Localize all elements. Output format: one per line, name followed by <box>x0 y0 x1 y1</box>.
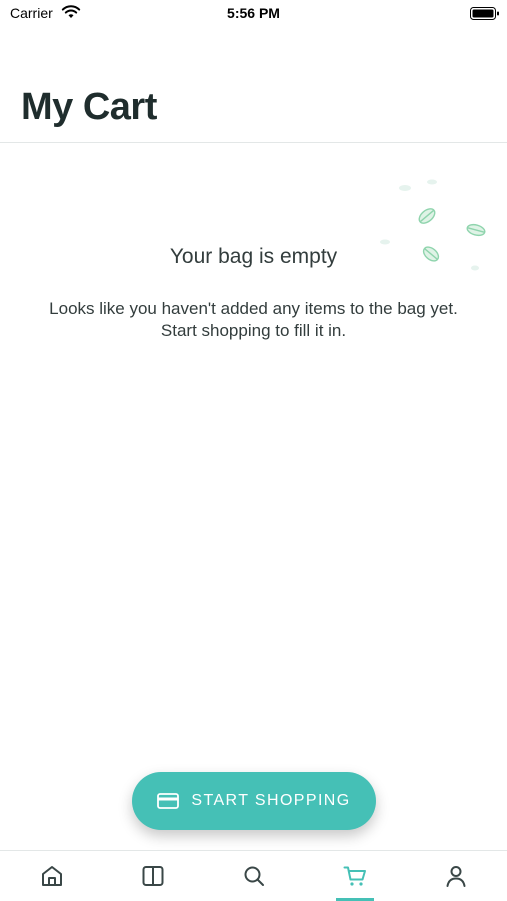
cart-icon <box>343 866 366 886</box>
profile-icon <box>446 866 465 887</box>
status-time: 5:56 PM <box>227 5 280 21</box>
start-shopping-label: START SHOPPING <box>191 792 351 809</box>
tab-search[interactable] <box>203 851 304 901</box>
start-shopping-button[interactable]: START SHOPPING <box>132 772 376 830</box>
empty-state-message: Looks like you haven't added any items t… <box>49 299 458 340</box>
page-title: My Cart <box>21 86 157 128</box>
search-icon <box>244 866 264 886</box>
header: My Cart <box>0 80 507 143</box>
home-icon <box>41 866 62 886</box>
tab-bar <box>0 850 507 901</box>
tab-catalog[interactable] <box>102 851 203 901</box>
tab-profile[interactable] <box>405 851 506 901</box>
empty-state-title: Your bag is empty <box>169 245 338 268</box>
battery-icon <box>470 7 499 20</box>
catalog-icon <box>142 866 163 886</box>
status-bar: Carrier 5:56 PM <box>0 0 507 28</box>
credit-card-icon <box>157 793 180 809</box>
tab-home[interactable] <box>1 851 102 901</box>
tab-cart[interactable] <box>304 851 405 901</box>
